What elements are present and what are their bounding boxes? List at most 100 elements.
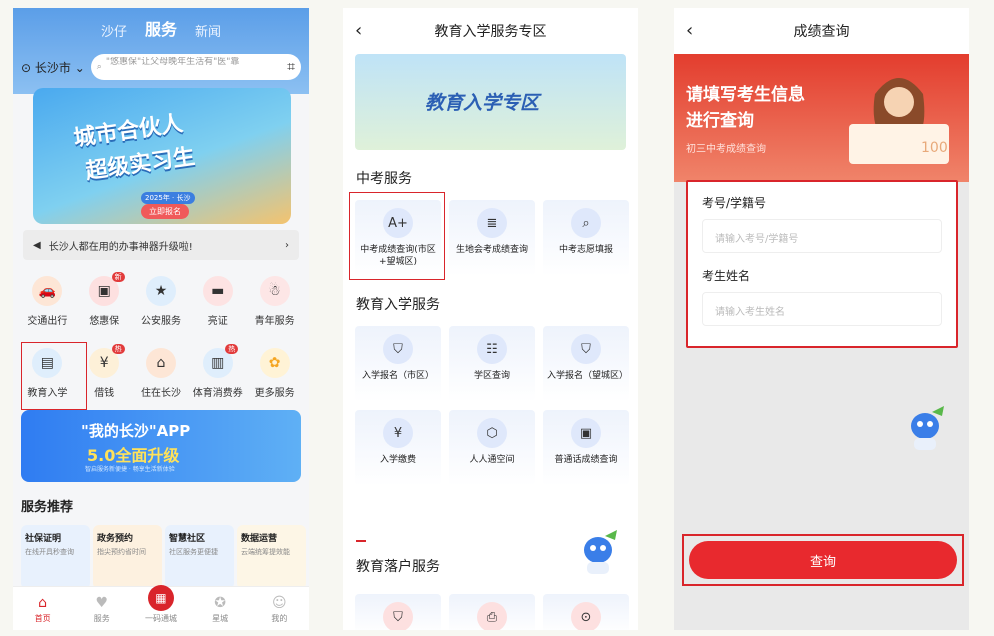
settlement-item-2[interactable]: ⎙ bbox=[449, 594, 535, 630]
student-name-label: 考生姓名 bbox=[702, 269, 751, 283]
score-card-text: 100 bbox=[921, 140, 948, 156]
section-accent bbox=[356, 540, 366, 542]
enroll-wangcheng[interactable]: ⛉ 入学报名（望城区） bbox=[543, 326, 629, 402]
house-icon: ⌂ bbox=[145, 348, 176, 378]
enrollment-services-row2: ¥ 入学缴费 ⬡ 人人通空间 ▣ 普通话成绩查询 bbox=[355, 410, 638, 486]
query-button-highlight: 查询 bbox=[682, 534, 964, 586]
graduation-cap-icon: ⛉ bbox=[383, 334, 413, 364]
document-icon: ⎙ bbox=[477, 602, 507, 630]
app-upgrade-banner[interactable]: "我的长沙"APP 5.0全面升级 智启服务新便捷 · 畅享生活新体验 bbox=[21, 410, 301, 482]
exam-number-input[interactable]: 请输入考号/学籍号 bbox=[702, 219, 942, 253]
tabbar-home[interactable]: ⌂ 首页 bbox=[18, 595, 68, 624]
search-doc-icon: ⌕ bbox=[571, 208, 601, 238]
tabbar-service[interactable]: ♥ 服务 bbox=[77, 595, 127, 624]
payment-icon: ¥ bbox=[383, 418, 413, 448]
tabbar-qrcode[interactable]: ▦ 一码通城 bbox=[136, 585, 186, 624]
certificate-icon: ▣ bbox=[571, 418, 601, 448]
grid-item-sports[interactable]: ▥ 热体育消费券 bbox=[189, 344, 246, 399]
new-badge: 新 bbox=[111, 272, 125, 282]
home-header: 沙仔 服务 新闻 ⊙ 长沙市 ⌄ ⌕ "悠惠保"让父母晚年生活有"医"靠 ⌗ bbox=[13, 8, 309, 94]
settlement-services-row: ⛉ ⎙ ⊙ bbox=[355, 594, 629, 630]
home-screen: 沙仔 服务 新闻 ⊙ 长沙市 ⌄ ⌕ "悠惠保"让父母晚年生活有"医"靠 ⌗ 城… bbox=[13, 8, 309, 630]
enroll-city[interactable]: ⛉ 入学报名（市区） bbox=[355, 326, 441, 402]
grid-item-traffic[interactable]: 🚗 交通出行 bbox=[19, 276, 76, 327]
section-title-zhongkao: 中考服务 bbox=[356, 171, 412, 187]
renrentong-space[interactable]: ⬡ 人人通空间 bbox=[449, 410, 535, 486]
chevron-right-icon: › bbox=[285, 239, 289, 251]
enroll-payment[interactable]: ¥ 入学缴费 bbox=[355, 410, 441, 486]
people-icon: ☷ bbox=[477, 334, 507, 364]
tab-news[interactable]: 新闻 bbox=[195, 21, 221, 40]
exam-number-label: 考号/学籍号 bbox=[702, 196, 767, 210]
back-icon[interactable]: ‹ bbox=[686, 20, 693, 41]
car-icon: 🚗 bbox=[32, 276, 63, 306]
chevron-down-icon: ⌄ bbox=[74, 60, 85, 75]
id-card-icon: ▬ bbox=[202, 276, 233, 306]
user-icon: ☺ bbox=[272, 595, 287, 611]
header: ‹ 教育入学服务专区 bbox=[343, 8, 638, 54]
mandarin-score-query[interactable]: ▣ 普通话成绩查询 bbox=[543, 410, 629, 486]
education-banner: 教育入学专区 bbox=[355, 54, 626, 150]
page-title: 教育入学服务专区 bbox=[434, 24, 547, 40]
register-button[interactable]: 立即报名 bbox=[141, 204, 189, 219]
card-community[interactable]: 智慧社区 社区服务更便捷 bbox=[165, 525, 234, 589]
query-button[interactable]: 查询 bbox=[689, 541, 957, 579]
scan-icon[interactable]: ⌗ bbox=[287, 59, 295, 75]
search-icon: ⌕ bbox=[96, 62, 102, 72]
grid-item-housing[interactable]: ⌂ 住在长沙 bbox=[133, 348, 190, 399]
card-social-security[interactable]: 社保证明 在线开具秒查询 bbox=[21, 525, 90, 589]
highlight-education bbox=[21, 342, 87, 410]
education-zone-screen: ‹ 教育入学服务专区 教育入学专区 中考服务 A+ 中考成绩查询(市区+望城区) … bbox=[343, 8, 638, 630]
tab-shazai[interactable]: 沙仔 bbox=[101, 21, 127, 40]
grid-item-police[interactable]: ★ 公安服务 bbox=[133, 276, 190, 327]
card-appointment[interactable]: 政务预约 指尖预约省时间 bbox=[93, 525, 162, 589]
notice-bar[interactable]: ◀ 长沙人都在用的办事神器升级啦! › bbox=[23, 230, 299, 260]
query-banner: 请填写考生信息 进行查询 初三中考成绩查询 100 bbox=[674, 54, 969, 182]
service-grid-row1: 🚗 交通出行 ▣ 新悠惠保 ★ 公安服务 ▬ 亮证 ☃ 青年服务 bbox=[19, 272, 303, 327]
robot-mascot-icon bbox=[902, 404, 948, 454]
header: ‹ 成绩查询 bbox=[674, 8, 969, 54]
school-district-query[interactable]: ☷ 学区查询 bbox=[449, 326, 535, 402]
card-data[interactable]: 数据运营 云端统筹提效能 bbox=[237, 525, 306, 589]
score-query-screen: ‹ 成绩查询 请填写考生信息 进行查询 初三中考成绩查询 100 考号/学籍号 … bbox=[674, 8, 969, 630]
banner-year: 2025年 · 长沙 bbox=[141, 192, 195, 204]
intern-banner[interactable]: 城市合伙人 超级实习生 2025年 · 长沙 立即报名 bbox=[33, 88, 291, 224]
settlement-item-3[interactable]: ⊙ bbox=[543, 594, 629, 630]
grid-item-id[interactable]: ▬ 亮证 bbox=[189, 276, 246, 327]
graduation-cap-icon: ⛉ bbox=[571, 334, 601, 364]
more-icon: ✿ bbox=[259, 348, 290, 378]
grid-item-youth[interactable]: ☃ 青年服务 bbox=[246, 276, 303, 327]
bottom-tabbar: ⌂ 首页 ♥ 服务 ▦ 一码通城 ✪ 星城 ☺ 我的 bbox=[13, 585, 309, 630]
speaker-icon: ◀ bbox=[33, 239, 41, 251]
page-title: 成绩查询 bbox=[793, 24, 850, 40]
graduation-cap-icon: ⛉ bbox=[383, 602, 413, 630]
search-input[interactable]: ⌕ "悠惠保"让父母晚年生活有"医"靠 ⌗ bbox=[90, 54, 301, 80]
cube-icon: ⬡ bbox=[477, 418, 507, 448]
enrollment-services-row1: ⛉ 入学报名（市区） ☷ 学区查询 ⛉ 入学报名（望城区） bbox=[355, 326, 638, 402]
recommend-cards: 社保证明 在线开具秒查询 政务预约 指尖预约省时间 智慧社区 社区服务更便捷 数据运营… bbox=[21, 525, 306, 589]
youth-icon: ☃ bbox=[259, 276, 290, 306]
tab-service[interactable]: 服务 bbox=[145, 16, 177, 40]
star-icon: ✪ bbox=[214, 595, 227, 611]
location-selector[interactable]: ⊙ 长沙市 ⌄ bbox=[21, 59, 85, 76]
section-title-enrollment: 教育入学服务 bbox=[356, 297, 440, 313]
settlement-item-1[interactable]: ⛉ bbox=[355, 594, 441, 630]
tabbar-star[interactable]: ✪ 星城 bbox=[195, 595, 245, 624]
student-info-form: 考号/学籍号 请输入考号/学籍号 考生姓名 请输入考生姓名 bbox=[686, 180, 958, 348]
section-title-settlement: 教育落户服务 bbox=[356, 559, 440, 575]
grid-item-youhuibao[interactable]: ▣ 新悠惠保 bbox=[76, 272, 133, 327]
grid-item-more[interactable]: ✿ 更多服务 bbox=[246, 348, 303, 399]
student-name-input[interactable]: 请输入考生姓名 bbox=[702, 292, 942, 326]
qr-icon: ▦ bbox=[147, 585, 174, 611]
biology-geography-score-query[interactable]: ≣ 生地会考成绩查询 bbox=[449, 200, 535, 276]
heart-icon: ♥ bbox=[95, 595, 109, 611]
document-icon: ≣ bbox=[477, 208, 507, 238]
back-icon[interactable]: ‹ bbox=[355, 20, 362, 41]
hot-badge: 热 bbox=[225, 344, 239, 354]
zhongkao-application[interactable]: ⌕ 中考志愿填报 bbox=[543, 200, 629, 276]
recommend-title: 服务推荐 bbox=[21, 500, 74, 515]
tabbar-me[interactable]: ☺ 我的 bbox=[254, 595, 304, 624]
robot-mascot-icon bbox=[575, 528, 621, 578]
location-pin-icon: ⊙ bbox=[21, 60, 32, 75]
highlight-score-query bbox=[349, 192, 445, 280]
